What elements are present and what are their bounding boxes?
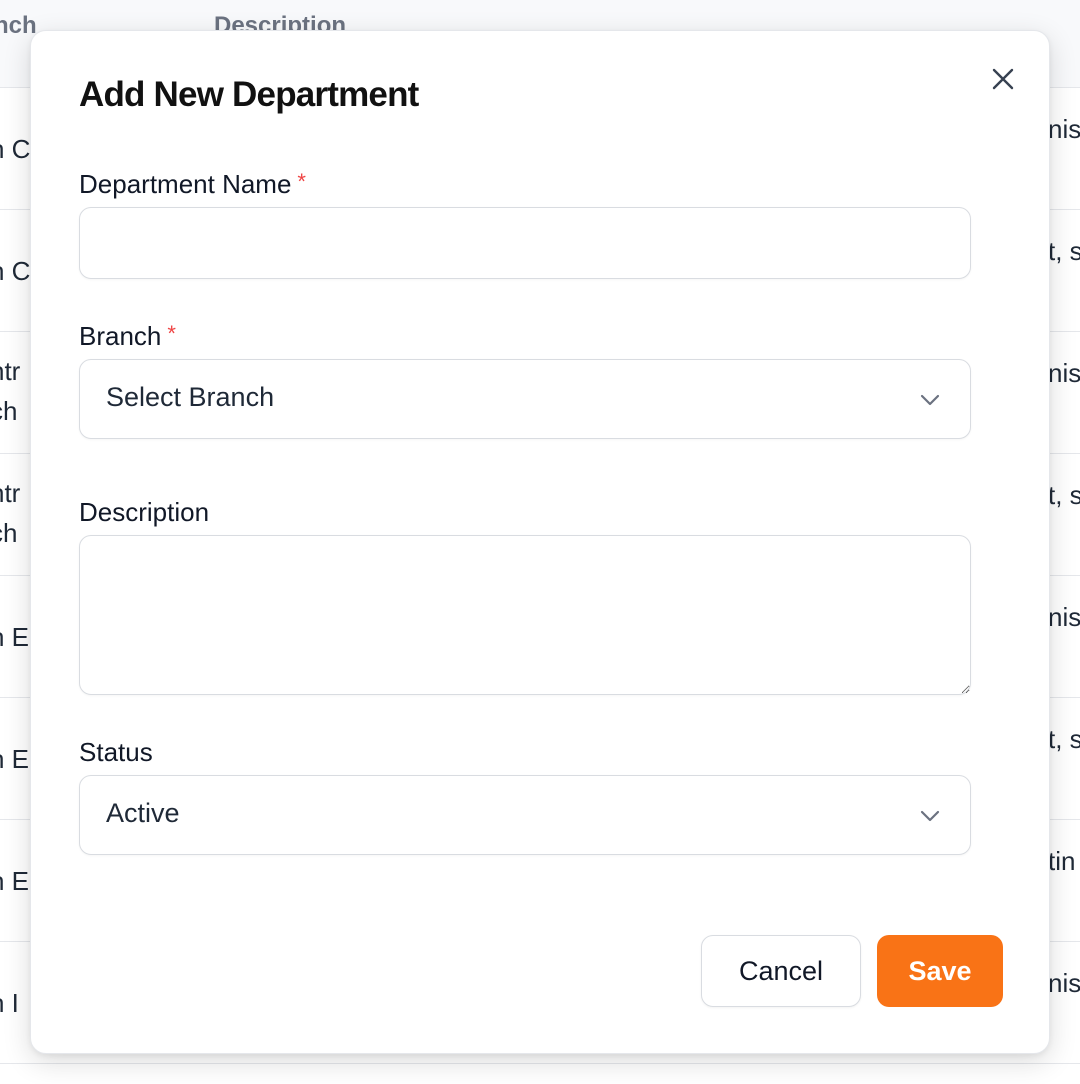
modal-title: Add New Department xyxy=(79,75,419,114)
save-button[interactable]: Save xyxy=(877,935,1003,1007)
close-button[interactable] xyxy=(987,63,1019,95)
close-icon xyxy=(992,68,1014,90)
branch-label: Branch * xyxy=(79,321,176,352)
add-department-modal: Add New Department Department Name * Bran… xyxy=(30,30,1050,1054)
status-label: Status xyxy=(79,737,153,767)
branch-select-value: Select Branch xyxy=(106,382,275,412)
required-indicator: * xyxy=(297,169,306,194)
branch-label-text: Branch xyxy=(79,321,162,351)
required-indicator: * xyxy=(167,321,176,346)
chevron-down-icon xyxy=(920,810,940,822)
department-name-label: Department Name * xyxy=(79,169,306,200)
description-textarea[interactable] xyxy=(79,535,971,695)
status-select-value: Active xyxy=(106,798,180,828)
description-label: Description xyxy=(79,497,210,527)
department-name-input[interactable] xyxy=(79,207,971,279)
chevron-down-icon xyxy=(920,394,940,406)
department-name-label-text: Department Name xyxy=(79,169,292,199)
branch-select[interactable]: Select Branch xyxy=(79,359,971,439)
status-select[interactable]: Active xyxy=(79,775,971,855)
cancel-button[interactable]: Cancel xyxy=(701,935,861,1007)
